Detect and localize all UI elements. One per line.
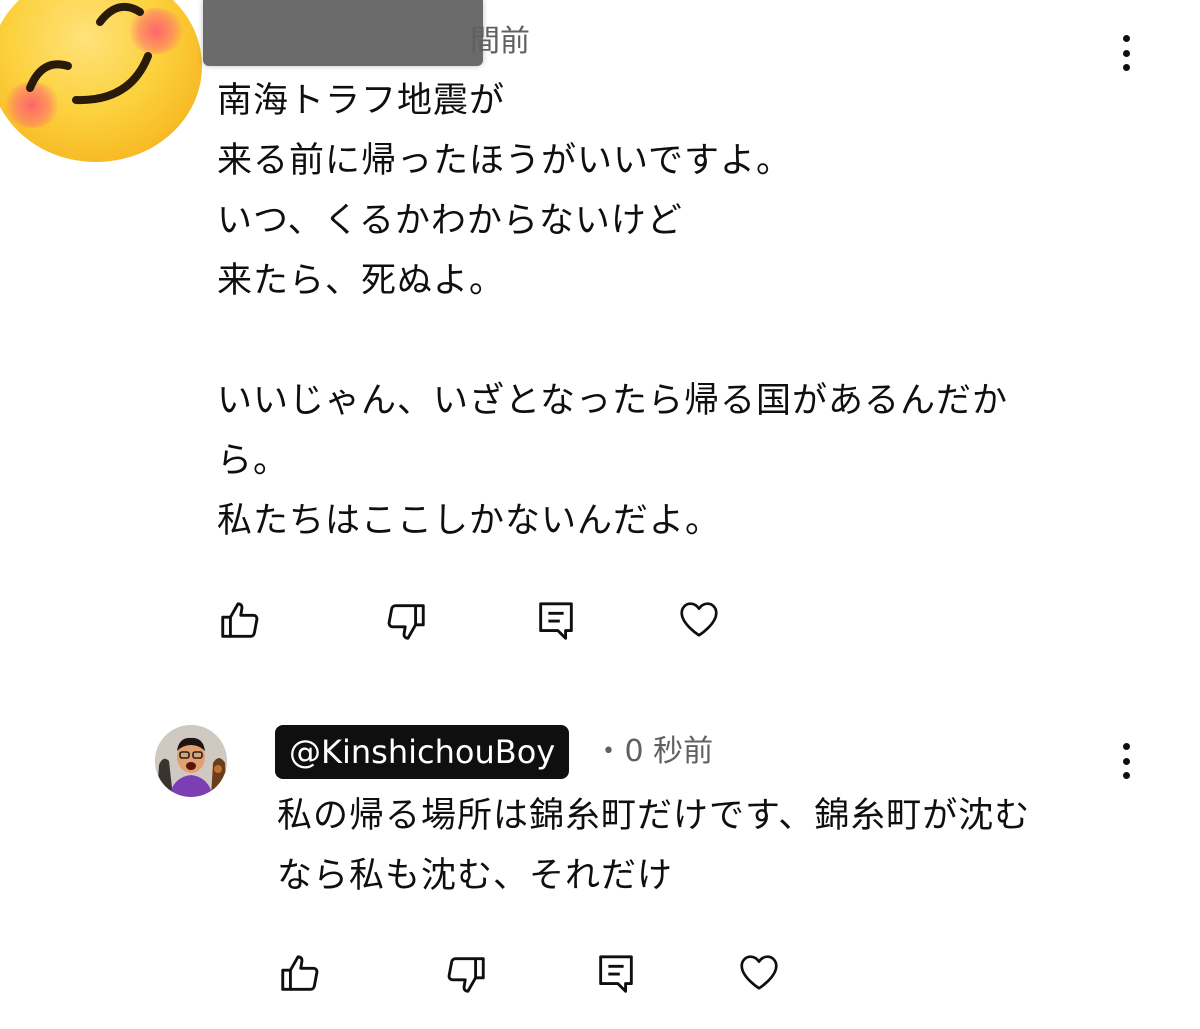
- reply-timestamp: • 0 秒前: [602, 732, 713, 775]
- redacted-username: [203, 0, 483, 66]
- comment-timestamp: 間前: [470, 24, 530, 59]
- reply-text: 私の帰る場所は錦糸町だけです、錦糸町が沈む なら私も沈む、それだけ: [277, 796, 1031, 896]
- reply-more-menu-icon[interactable]: [1116, 741, 1136, 781]
- person-photo-icon: [155, 725, 227, 797]
- comment-more-menu-icon[interactable]: [1116, 33, 1136, 73]
- comment-text: 南海トラフ地震が 来る前に帰ったほうがいいですよ。 いつ、くるかわからないけど …: [217, 81, 1008, 541]
- reply-time: 0 秒前: [624, 734, 714, 769]
- commenter-avatar[interactable]: [0, 0, 202, 162]
- meta-separator: •: [602, 739, 615, 764]
- thumbs-up-icon[interactable]: [217, 598, 263, 644]
- thumbs-down-icon[interactable]: [383, 598, 429, 644]
- thumbs-up-icon[interactable]: [277, 951, 323, 997]
- reply-avatar[interactable]: [155, 725, 227, 797]
- heart-icon[interactable]: [676, 596, 722, 642]
- reply-author-handle[interactable]: @KinshichouBoy: [275, 725, 570, 779]
- thumbs-down-icon[interactable]: [443, 951, 489, 997]
- reply-icon[interactable]: [593, 951, 639, 997]
- smiling-face-emoji-icon: [26, 2, 152, 105]
- reply-icon[interactable]: [533, 598, 579, 644]
- heart-icon[interactable]: [736, 949, 782, 995]
